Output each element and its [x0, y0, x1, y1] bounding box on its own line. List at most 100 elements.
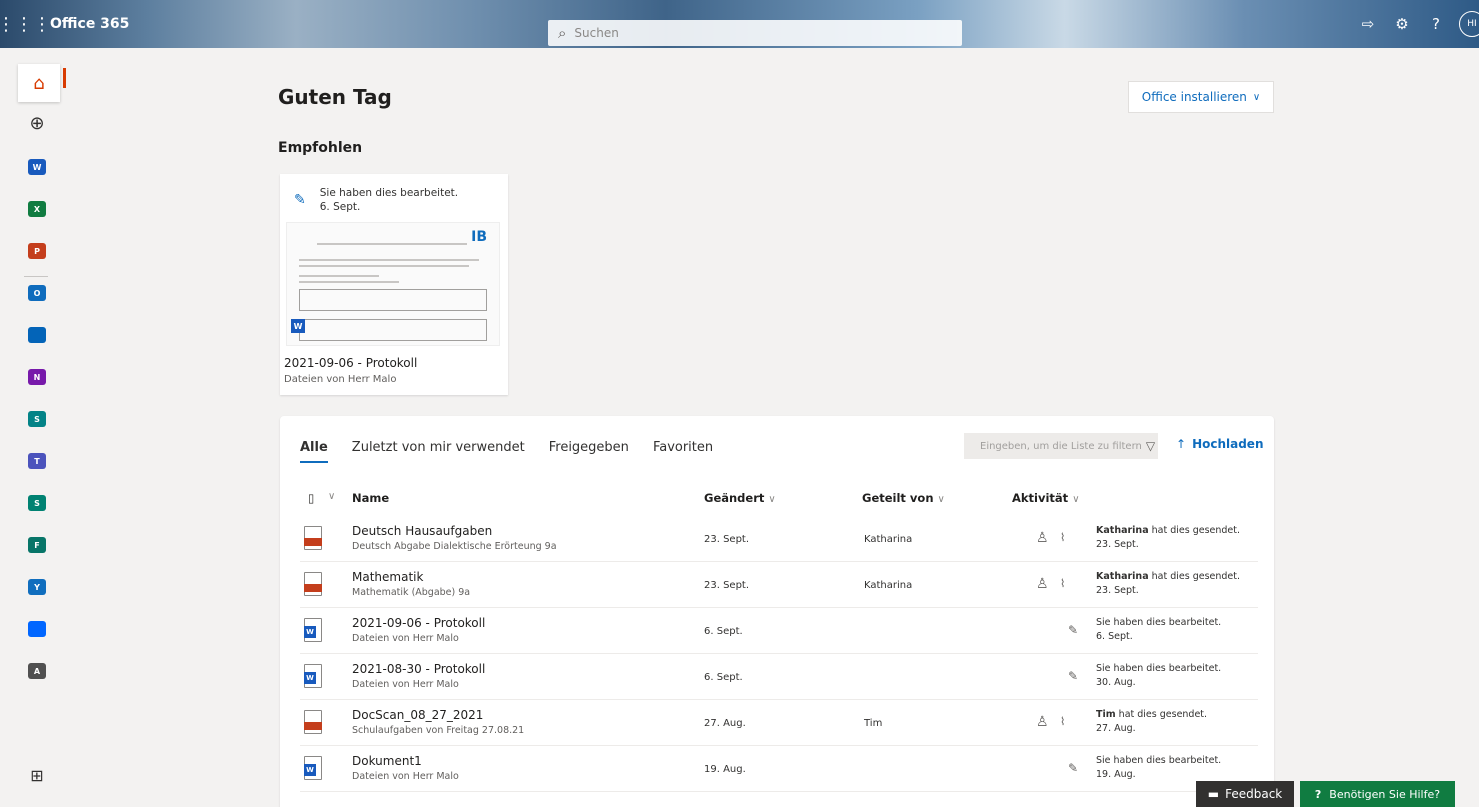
top-bar-actions: ⇨ ⚙ ? HI — [1351, 0, 1479, 48]
yammer-icon: Y — [28, 579, 46, 595]
teams-icon: T — [28, 453, 46, 469]
file-location: Dateien von Herr Malo — [352, 771, 459, 782]
rail-app-power-automate[interactable] — [26, 618, 48, 640]
file-shared-by: Tim — [864, 718, 883, 729]
powerpoint-icon: P — [28, 243, 46, 259]
file-tabs: Alle Zuletzt von mir verwendet Freigegeb… — [300, 440, 737, 463]
excel-icon: X — [28, 201, 46, 217]
my-day-icon[interactable]: ⇨ — [1351, 15, 1385, 33]
admin-icon: A — [28, 663, 46, 679]
rail-app-word[interactable]: W — [26, 156, 48, 178]
paperclip-icon: ⌇ — [1060, 531, 1066, 544]
onedrive-icon — [28, 327, 46, 343]
recommended-activity-date: 6. Sept. — [319, 201, 361, 213]
column-shared-by[interactable]: Geteilt von ∨ — [862, 491, 945, 505]
file-name[interactable]: 2021-08-30 - Protokoll — [352, 662, 485, 676]
rail-app-teams[interactable]: T — [26, 450, 48, 472]
tab-shared[interactable]: Freigegeben — [549, 440, 629, 463]
pencil-icon: ✎ — [1068, 761, 1079, 775]
install-office-label: Office installieren — [1141, 90, 1247, 104]
filter-placeholder: Eingeben, um die Liste zu filtern — [980, 440, 1142, 452]
rail-app-outlook[interactable]: O — [26, 282, 48, 304]
recommended-card[interactable]: ✎ Sie haben dies bearbeitet. 6. Sept. IB… — [280, 174, 508, 395]
document-file-icon — [304, 572, 324, 596]
document-file-icon — [304, 526, 324, 550]
file-type-icon[interactable]: ▯ — [308, 491, 314, 505]
filter-icon: ▽ — [1145, 439, 1156, 453]
search-box[interactable]: ⌕ Suchen — [548, 20, 962, 46]
rail-app-onedrive[interactable] — [26, 324, 48, 346]
app-rail: ⌂ ⊕ W X P O N S T S F Y A ⊞ — [0, 48, 72, 807]
word-file-icon: W — [304, 756, 324, 780]
file-name[interactable]: DocScan_08_27_2021 — [352, 708, 483, 722]
table-row[interactable]: Deutsch Hausaufgaben Deutsch Abgabe Diale… — [300, 516, 1258, 562]
file-name[interactable]: 2021-09-06 - Protokoll — [352, 616, 485, 630]
search-placeholder: Suchen — [574, 26, 619, 40]
top-bar: ⋮⋮⋮ Office 365 ⌕ Suchen ⇨ ⚙ ? HI — [0, 0, 1479, 48]
file-name[interactable]: Dokument1 — [352, 754, 422, 768]
document-thumbnail[interactable]: IB W — [286, 222, 500, 346]
install-office-button[interactable]: Office installieren ∨ — [1128, 81, 1274, 113]
tab-recent[interactable]: Zuletzt von mir verwendet — [352, 440, 525, 463]
upload-label: Hochladen — [1192, 437, 1264, 451]
recommended-file-location: Dateien von Herr Malo — [284, 374, 397, 385]
create-button[interactable]: ⊕ — [26, 112, 48, 134]
column-activity[interactable]: Aktivität ∨ — [1012, 491, 1080, 505]
table-row[interactable]: DocScan_08_27_2021 Schulaufgaben von Frei… — [300, 700, 1258, 746]
recommended-file-name[interactable]: 2021-09-06 - Protokoll — [284, 356, 417, 370]
column-modified[interactable]: Geändert ∨ — [704, 491, 776, 505]
file-shared-by: Katharina — [864, 580, 913, 591]
recommended-activity: ✎ Sie haben dies bearbeitet. 6. Sept. — [294, 186, 458, 214]
recommended-activity-text: Sie haben dies bearbeitet. — [319, 187, 459, 199]
help-button[interactable]: ? Benötigen Sie Hilfe? — [1300, 781, 1455, 807]
tab-all[interactable]: Alle — [300, 440, 328, 463]
pencil-icon: ✎ — [1068, 669, 1079, 683]
table-row[interactable]: W 2021-09-06 - Protokoll Dateien von Herr … — [300, 608, 1258, 654]
upload-button[interactable]: ↑ Hochladen — [1176, 437, 1264, 451]
help-bubble-icon: ? — [1314, 787, 1322, 801]
table-row[interactable]: W 2021-08-30 - Protokoll Dateien von Herr … — [300, 654, 1258, 700]
rail-app-excel[interactable]: X — [26, 198, 48, 220]
brand-name[interactable]: Office 365 — [50, 16, 129, 32]
file-name[interactable]: Deutsch Hausaufgaben — [352, 524, 492, 538]
chat-icon: ▬ — [1207, 787, 1220, 801]
word-file-icon: W — [304, 664, 324, 688]
rail-app-sway[interactable]: S — [26, 492, 48, 514]
help-label: Benötigen Sie Hilfe? — [1329, 787, 1441, 801]
file-shared-by: Katharina — [864, 534, 913, 545]
onenote-icon: N — [28, 369, 46, 385]
avatar[interactable]: HI — [1459, 11, 1479, 37]
rail-app-sharepoint[interactable]: S — [26, 408, 48, 430]
feedback-button[interactable]: ▬ Feedback — [1196, 781, 1294, 807]
rail-app-yammer[interactable]: Y — [26, 576, 48, 598]
gear-icon[interactable]: ⚙ — [1385, 15, 1419, 33]
paperclip-icon: ⌇ — [1060, 577, 1066, 590]
word-file-icon: W — [304, 618, 324, 642]
recommended-title: Empfohlen — [278, 140, 363, 156]
file-location: Dateien von Herr Malo — [352, 633, 459, 644]
file-modified: 23. Sept. — [704, 534, 750, 545]
rail-app-admin[interactable]: A — [26, 660, 48, 682]
rail-app-onenote[interactable]: N — [26, 366, 48, 388]
column-name[interactable]: Name — [352, 491, 389, 505]
paperclip-icon: ⌇ — [1060, 715, 1066, 728]
search-icon: ⌕ — [558, 24, 567, 42]
help-icon[interactable]: ? — [1419, 15, 1453, 33]
chevron-down-icon: ∨ — [1252, 91, 1261, 103]
table-row[interactable]: Mathematik Mathematik (Abgabe) 9a 23. Sept… — [300, 562, 1258, 608]
files-panel: Alle Zuletzt von mir verwendet Freigegeb… — [280, 416, 1274, 807]
rail-app-forms[interactable]: F — [26, 534, 48, 556]
table-row[interactable]: W Dokument1 Dateien von Herr Malo 19. Aug. ✎… — [300, 746, 1258, 792]
forms-icon: F — [28, 537, 46, 553]
rail-app-powerpoint[interactable]: P — [26, 240, 48, 262]
activity-text: Sie haben dies bearbeitet. 6. Sept. — [1096, 617, 1222, 642]
all-apps-button[interactable]: ⊞ — [26, 764, 48, 786]
filter-input[interactable]: Eingeben, um die Liste zu filtern ▽ — [964, 433, 1158, 459]
page-title: Guten Tag — [278, 85, 392, 109]
home-button[interactable]: ⌂ — [18, 64, 66, 102]
app-launcher-icon[interactable]: ⋮⋮⋮ — [0, 0, 51, 48]
tab-favorites[interactable]: Favoriten — [653, 440, 713, 463]
pencil-icon: ✎ — [1068, 623, 1079, 637]
activity-text: Sie haben dies bearbeitet. 19. Aug. — [1096, 755, 1222, 780]
file-name[interactable]: Mathematik — [352, 570, 423, 584]
